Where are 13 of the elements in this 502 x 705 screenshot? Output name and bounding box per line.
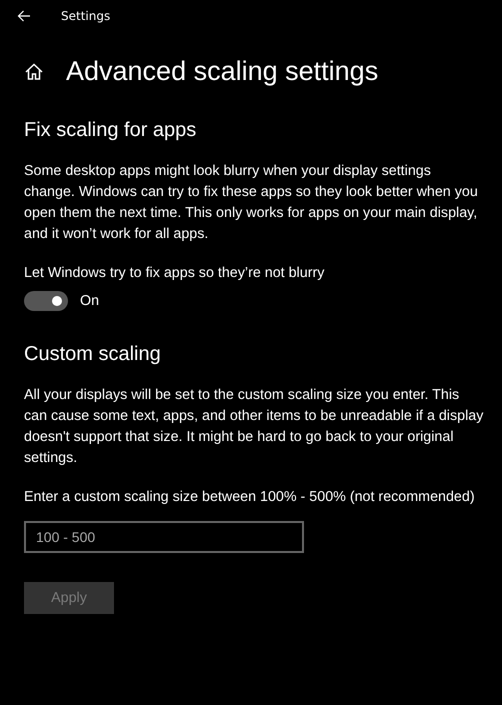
toggle-switch[interactable] (24, 291, 68, 311)
home-icon[interactable] (24, 62, 44, 82)
window-title: Settings (61, 9, 110, 23)
description: Some desktop apps might look blurry when your display settings change. Windows can try to fix these apps so they look better when you open them the next time. This only works for apps on your main display, and it won’t work for all apps. (24, 162, 479, 244)
section-heading: Fix scaling for apps (24, 119, 198, 142)
input-field[interactable]: 100 - 500 (24, 521, 304, 553)
back-button[interactable] (17, 10, 31, 22)
setting-label: Enter a custom scaling size between 100% - 500% (not recommended) (24, 488, 476, 507)
section-heading: Custom scaling (24, 343, 162, 366)
toggle-state: On (80, 293, 100, 309)
page-title: Advanced scaling settings (66, 56, 378, 87)
description: All your displays will be set to the custom scaling size you enter. This can cause some text, apps, and other items to be unreadable if a display doesn't support that size. It might be hard to go back to your original settings. (24, 386, 484, 468)
setting-label: Let Windows try to fix apps so they’re not blurry (24, 264, 326, 283)
